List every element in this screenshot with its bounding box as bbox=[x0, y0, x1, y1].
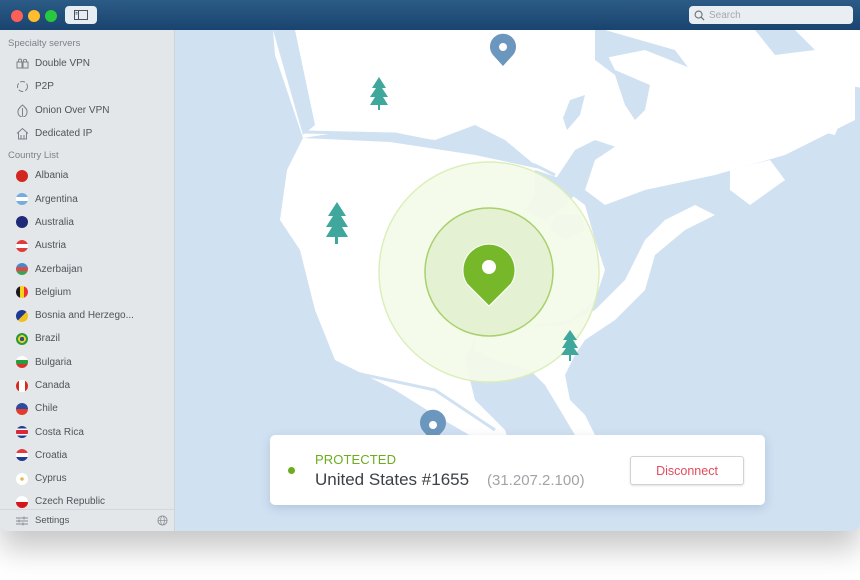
albania-flag-icon bbox=[16, 169, 28, 182]
belgium-flag-icon bbox=[16, 286, 28, 299]
search-icon bbox=[694, 10, 705, 21]
country-item-croatia[interactable]: Croatia bbox=[0, 444, 174, 467]
country-label: Bulgaria bbox=[35, 356, 72, 368]
country-item-bosnia-and-herzego[interactable]: Bosnia and Herzego... bbox=[0, 304, 174, 327]
country-item-azerbaijan[interactable]: Azerbaijan bbox=[0, 257, 174, 280]
country-label: Chile bbox=[35, 403, 58, 415]
country-label: Brazil bbox=[35, 333, 61, 345]
country-label: Canada bbox=[35, 380, 71, 391]
country-item-bulgaria[interactable]: Bulgaria bbox=[0, 351, 174, 374]
minimize-window-button[interactable] bbox=[28, 10, 40, 22]
country-label: Azerbaijan bbox=[35, 263, 83, 275]
brazil-flag-icon bbox=[16, 332, 28, 345]
country-label: Austria bbox=[35, 240, 67, 252]
country-label: Australia bbox=[35, 216, 74, 228]
status-indicator-dot bbox=[288, 467, 295, 474]
country-item-argentina[interactable]: Argentina bbox=[0, 187, 174, 210]
country-label: Bosnia and Herzego... bbox=[35, 310, 134, 322]
sidebar-item-onion-over-vpn[interactable]: Onion Over VPN bbox=[0, 99, 174, 122]
onion-icon bbox=[16, 104, 29, 117]
server-name: United States #1655 bbox=[315, 470, 470, 489]
title-bar bbox=[0, 0, 860, 30]
australia-flag-icon bbox=[16, 216, 28, 229]
chile-flag-icon bbox=[16, 402, 28, 415]
house-icon bbox=[16, 127, 29, 140]
country-label: Croatia bbox=[35, 449, 68, 461]
sidebar-item-double-vpn[interactable]: Double VPN bbox=[0, 52, 174, 75]
country-item-chile[interactable]: Chile bbox=[0, 397, 174, 420]
p2p-icon bbox=[16, 80, 29, 93]
country-item-brazil[interactable]: Brazil bbox=[0, 327, 174, 350]
costa-rica-flag-icon bbox=[16, 426, 28, 439]
country-label: Albania bbox=[35, 170, 69, 182]
sidebar-item-label: Double VPN bbox=[35, 58, 91, 70]
country-label: Costa Rica bbox=[35, 426, 84, 438]
globe-icon[interactable] bbox=[157, 515, 168, 526]
sidebar-icon bbox=[74, 10, 88, 20]
country-label: Belgium bbox=[35, 286, 72, 298]
search-field[interactable] bbox=[689, 6, 853, 24]
country-item-canada[interactable]: Canada bbox=[0, 374, 174, 397]
croatia-flag-icon bbox=[16, 449, 28, 462]
sliders-icon bbox=[16, 516, 28, 525]
sidebar-item-label: Dedicated IP bbox=[35, 128, 93, 140]
settings-label: Settings bbox=[35, 515, 70, 526]
country-item-cyprus[interactable]: Cyprus bbox=[0, 467, 174, 490]
argentina-flag-icon bbox=[16, 193, 28, 206]
country-label: Argentina bbox=[35, 193, 78, 205]
country-item-costa-rica[interactable]: Costa Rica bbox=[0, 420, 174, 443]
zoom-window-button[interactable] bbox=[45, 10, 57, 22]
sidebar-toggle-button[interactable] bbox=[65, 6, 97, 24]
austria-flag-icon bbox=[16, 239, 28, 252]
specialty-servers-header: Specialty servers bbox=[8, 38, 81, 49]
country-item-austria[interactable]: Austria bbox=[0, 234, 174, 257]
country-item-albania[interactable]: Albania bbox=[0, 164, 174, 187]
country-item-belgium[interactable]: Belgium bbox=[0, 281, 174, 304]
sidebar-item-dedicated-ip[interactable]: Dedicated IP bbox=[0, 122, 174, 145]
disconnect-button[interactable]: Disconnect bbox=[630, 456, 744, 485]
country-label: Czech Republic bbox=[35, 496, 106, 508]
close-window-button[interactable] bbox=[11, 10, 23, 22]
connection-status-card: PROTECTED United States #1655 (31.207.2.… bbox=[270, 435, 765, 505]
country-item-australia[interactable]: Australia bbox=[0, 211, 174, 234]
bosnia-flag-icon bbox=[16, 309, 28, 322]
double-lock-icon bbox=[16, 57, 29, 70]
canada-flag-icon bbox=[16, 379, 28, 392]
connection-status-label: PROTECTED bbox=[315, 452, 397, 467]
sidebar-item-label: P2P bbox=[35, 81, 54, 93]
country-list-header: Country List bbox=[8, 150, 59, 162]
settings-button[interactable]: Settings bbox=[0, 509, 174, 531]
sidebar-item-label: Onion Over VPN bbox=[35, 104, 110, 116]
azerbaijan-flag-icon bbox=[16, 263, 28, 276]
cyprus-flag-icon bbox=[16, 472, 28, 485]
bulgaria-flag-icon bbox=[16, 356, 28, 369]
sidebar: Specialty servers Double VPN P2P Onion Ove… bbox=[0, 30, 175, 531]
country-label: Cyprus bbox=[35, 473, 67, 485]
sidebar-item-p2p[interactable]: P2P bbox=[0, 75, 174, 98]
search-input[interactable] bbox=[709, 9, 849, 21]
czech-flag-icon bbox=[16, 495, 28, 508]
server-ip: (31.207.2.100) bbox=[487, 472, 585, 489]
